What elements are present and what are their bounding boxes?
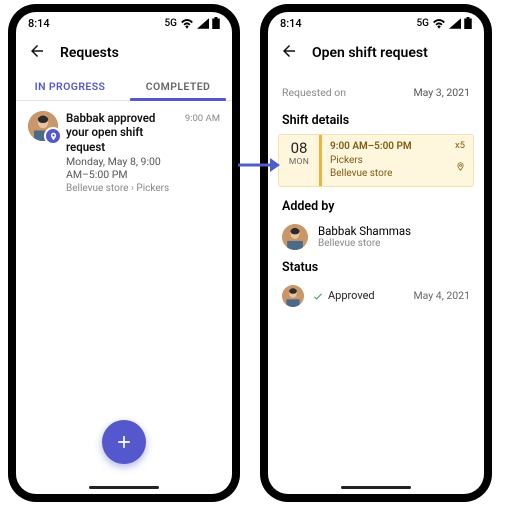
shift-count: x5 bbox=[455, 140, 465, 151]
tab-completed[interactable]: COMPLETED bbox=[124, 72, 232, 100]
page-title: Requests bbox=[60, 45, 119, 61]
status-time: 8:14 bbox=[28, 17, 50, 30]
requested-on-label: Requested on bbox=[282, 86, 346, 99]
avatar bbox=[282, 285, 304, 307]
add-button[interactable] bbox=[102, 420, 146, 464]
shift-badge-icon bbox=[44, 127, 62, 145]
signal-icon bbox=[449, 18, 461, 29]
status-bar: 8:14 5G bbox=[268, 12, 484, 34]
back-icon[interactable] bbox=[280, 42, 298, 64]
status-row: Approved May 4, 2021 bbox=[268, 279, 484, 309]
request-item[interactable]: Babbak approved your open shift request … bbox=[16, 101, 232, 200]
request-time: 9:00 AM bbox=[185, 111, 220, 194]
shift-card[interactable]: 08 MON 9:00 AM–5:00 PM Pickers Bellevue … bbox=[278, 134, 474, 187]
flow-arrow-icon bbox=[236, 155, 280, 175]
check-icon bbox=[312, 290, 324, 302]
avatar bbox=[28, 111, 58, 141]
header: Requests bbox=[16, 34, 232, 72]
shift-store: Bellevue store bbox=[330, 167, 465, 181]
wifi-icon bbox=[432, 18, 446, 29]
back-icon[interactable] bbox=[28, 42, 46, 64]
added-by-heading: Added by bbox=[268, 191, 484, 218]
phone-left: 8:14 5G Requests IN PROGRESS COMPLETED bbox=[8, 4, 240, 502]
status-value: Approved bbox=[328, 289, 375, 302]
status-heading: Status bbox=[268, 252, 484, 279]
header: Open shift request bbox=[268, 34, 484, 72]
status-time: 8:14 bbox=[280, 17, 302, 30]
signal-icon bbox=[197, 18, 209, 29]
nav-handle bbox=[341, 486, 411, 489]
tabs: IN PROGRESS COMPLETED bbox=[16, 72, 232, 101]
battery-icon bbox=[464, 17, 472, 29]
avatar bbox=[282, 224, 308, 250]
request-title: Babbak approved your open shift request bbox=[66, 111, 177, 154]
status-bar: 8:14 5G bbox=[16, 12, 232, 34]
shift-date: 08 MON bbox=[279, 135, 319, 186]
wifi-icon bbox=[180, 18, 194, 29]
location-icon bbox=[455, 161, 465, 175]
shift-details-heading: Shift details bbox=[268, 105, 484, 132]
added-by-store: Bellevue store bbox=[318, 238, 411, 249]
tab-in-progress[interactable]: IN PROGRESS bbox=[16, 72, 124, 100]
added-by-row[interactable]: Babbak Shammas Bellevue store bbox=[268, 218, 484, 252]
requested-on-value: May 3, 2021 bbox=[413, 86, 470, 99]
request-subtitle: Monday, May 8, 9:00 AM–5:00 PM bbox=[66, 155, 177, 181]
status-icons: 5G bbox=[165, 17, 221, 29]
phone-right: 8:14 5G Open shift request Requested on … bbox=[260, 4, 492, 502]
shift-role: Pickers bbox=[330, 154, 465, 168]
shift-time: 9:00 AM–5:00 PM bbox=[330, 140, 465, 154]
status-icons: 5G bbox=[417, 17, 473, 29]
added-by-name: Babbak Shammas bbox=[318, 224, 411, 238]
battery-icon bbox=[212, 17, 220, 29]
network-label: 5G bbox=[165, 18, 178, 29]
page-title: Open shift request bbox=[312, 45, 428, 61]
network-label: 5G bbox=[417, 18, 430, 29]
status-date: May 4, 2021 bbox=[413, 289, 470, 302]
nav-handle bbox=[89, 486, 159, 489]
request-meta: Bellevue store › Pickers bbox=[66, 183, 177, 194]
